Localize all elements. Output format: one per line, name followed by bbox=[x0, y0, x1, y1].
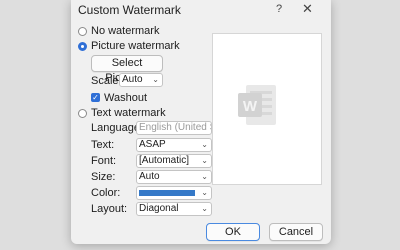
color-label: Color: bbox=[91, 187, 121, 199]
select-picture-button[interactable]: Select Picture... bbox=[91, 55, 163, 84]
layout-value: Diagonal bbox=[139, 203, 179, 214]
chevron-down-icon: ⌄ bbox=[152, 75, 159, 84]
scale-select[interactable]: Auto ⌄ bbox=[119, 73, 163, 87]
layout-label: Layout: bbox=[91, 203, 128, 215]
picture-watermark-label[interactable]: Picture watermark bbox=[91, 40, 180, 52]
word-logo-letter: W bbox=[243, 98, 258, 115]
color-select[interactable]: ⌄ bbox=[136, 186, 212, 200]
text-label: Text: bbox=[91, 139, 115, 151]
text-watermark-label[interactable]: Text watermark bbox=[91, 107, 166, 119]
no-watermark-label[interactable]: No watermark bbox=[91, 25, 159, 37]
scale-value: Auto bbox=[122, 74, 143, 85]
picture-watermark-radio[interactable] bbox=[78, 42, 87, 51]
washout-label[interactable]: Washout bbox=[104, 92, 147, 104]
chevron-down-icon: ⌄ bbox=[201, 156, 208, 165]
washout-checkbox[interactable]: ✓ bbox=[91, 93, 100, 102]
help-icon[interactable]: ? bbox=[276, 3, 282, 15]
layout-select[interactable]: Diagonal ⌄ bbox=[136, 202, 212, 216]
font-label: Font: bbox=[91, 155, 117, 167]
size-value: Auto bbox=[139, 171, 160, 182]
text-watermark-radio[interactable] bbox=[78, 109, 87, 118]
chevron-down-icon: ⌄ bbox=[201, 204, 208, 213]
font-select[interactable]: [Automatic] ⌄ bbox=[136, 154, 212, 168]
size-label: Size: bbox=[91, 171, 116, 183]
close-icon[interactable]: ✕ bbox=[302, 1, 313, 17]
ok-button[interactable]: OK bbox=[206, 223, 260, 241]
word-logo-icon: W bbox=[238, 85, 276, 125]
chevron-down-icon: ⌄ bbox=[201, 140, 208, 149]
scale-label: Scale: bbox=[91, 75, 122, 87]
custom-watermark-dialog: Custom Watermark ? ✕ No watermark Pictur… bbox=[71, 0, 331, 244]
cancel-button[interactable]: Cancel bbox=[269, 223, 323, 241]
language-value: English (United St bbox=[139, 122, 212, 133]
watermark-preview: W bbox=[212, 33, 322, 185]
dialog-title: Custom Watermark bbox=[78, 3, 181, 17]
text-select[interactable]: ASAP ⌄ bbox=[136, 138, 212, 152]
language-select[interactable]: English (United St bbox=[136, 121, 212, 135]
no-watermark-radio[interactable] bbox=[78, 27, 87, 36]
chevron-down-icon: ⌄ bbox=[201, 188, 208, 197]
color-swatch bbox=[139, 190, 195, 196]
chevron-down-icon: ⌄ bbox=[201, 172, 208, 181]
font-value: [Automatic] bbox=[139, 155, 190, 166]
text-value: ASAP bbox=[139, 139, 166, 150]
size-select[interactable]: Auto ⌄ bbox=[136, 170, 212, 184]
